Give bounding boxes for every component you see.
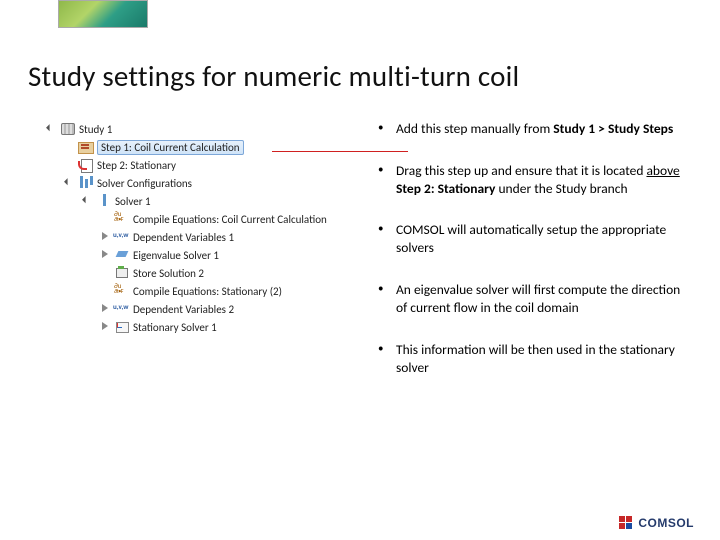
tree-node-compile-eq-coil[interactable]: Compile Equations: Coil Current Calculat…	[48, 210, 368, 228]
model-tree: Study 1 Step 1: Coil Current Calculation…	[48, 120, 368, 400]
expand-icon[interactable]	[102, 232, 112, 242]
expand-icon[interactable]	[102, 322, 112, 332]
stationary-solver-icon	[114, 320, 130, 334]
spacer-icon	[66, 160, 76, 170]
solver-icon	[96, 194, 112, 208]
tree-label: Eigenvalue Solver 1	[133, 249, 219, 262]
bullet-text: An eigenvalue solver will first compute …	[396, 281, 688, 317]
comsol-logo-text: COMSOL	[638, 516, 694, 530]
coil-step-icon	[78, 140, 94, 154]
dependent-vars-icon	[114, 302, 130, 316]
spacer-icon	[102, 268, 112, 278]
tree-label: Step 1: Coil Current Calculation	[97, 140, 244, 155]
bullet-item: • Drag this step up and ensure that it i…	[378, 162, 688, 198]
bullet-item: • Add this step manually from Study 1 > …	[378, 120, 688, 138]
expand-icon[interactable]	[44, 123, 58, 137]
expand-icon[interactable]	[62, 177, 76, 191]
bullet-item: • An eigenvalue solver will first comput…	[378, 281, 688, 317]
tree-node-store-solution[interactable]: Store Solution 2	[48, 264, 368, 282]
bullet-item: • COMSOL will automatically setup the ap…	[378, 221, 688, 257]
tree-node-dependent-vars-2[interactable]: Dependent Variables 2	[48, 300, 368, 318]
tree-label: Dependent Variables 1	[133, 231, 234, 244]
bullet-dot-icon: •	[378, 281, 396, 317]
tree-node-step1-coil-current[interactable]: Step 1: Coil Current Calculation	[48, 138, 368, 156]
spacer-icon	[102, 286, 112, 296]
eigenvalue-icon	[114, 248, 130, 262]
solver-config-icon	[78, 176, 94, 190]
equations-icon	[114, 284, 130, 298]
comsol-logo: COMSOL	[619, 516, 694, 530]
bullet-text: Drag this step up and ensure that it is …	[396, 162, 688, 198]
spacer-icon	[102, 214, 112, 224]
bullet-text: Add this step manually from Study 1 > St…	[396, 120, 688, 138]
tree-label: Dependent Variables 2	[133, 303, 234, 316]
tree-node-stationary-solver[interactable]: Stationary Solver 1	[48, 318, 368, 336]
bullet-dot-icon: •	[378, 120, 396, 138]
spacer-icon	[66, 142, 76, 152]
bullet-text: COMSOL will automatically setup the appr…	[396, 221, 688, 257]
equations-icon	[114, 212, 130, 226]
tree-node-eigenvalue-solver[interactable]: Eigenvalue Solver 1	[48, 246, 368, 264]
study-icon	[60, 122, 76, 136]
tree-node-compile-eq-stationary[interactable]: Compile Equations: Stationary (2)	[48, 282, 368, 300]
tree-node-solver1[interactable]: Solver 1	[48, 192, 368, 210]
tree-label: Solver 1	[115, 195, 151, 208]
bullet-dot-icon: •	[378, 221, 396, 257]
tree-label: Stationary Solver 1	[133, 321, 217, 334]
expand-icon[interactable]	[102, 250, 112, 260]
slide-title: Study settings for numeric multi-turn co…	[28, 58, 519, 94]
callout-line	[272, 151, 408, 152]
tree-label: Store Solution 2	[133, 267, 204, 280]
store-solution-icon	[114, 266, 130, 280]
tree-node-solver-configurations[interactable]: Solver Configurations	[48, 174, 368, 192]
tree-label: Step 2: Stationary	[97, 159, 176, 172]
tree-label: Compile Equations: Coil Current Calculat…	[133, 213, 327, 226]
tree-node-study1[interactable]: Study 1	[48, 120, 368, 138]
tree-node-step2-stationary[interactable]: Step 2: Stationary	[48, 156, 368, 174]
bullet-item: • This information will be then used in …	[378, 341, 688, 377]
tree-label: Compile Equations: Stationary (2)	[133, 285, 282, 298]
expand-icon[interactable]	[102, 304, 112, 314]
tree-label: Study 1	[79, 123, 112, 136]
stationary-step-icon	[78, 158, 94, 172]
bullet-dot-icon: •	[378, 341, 396, 377]
comsol-logo-icon	[619, 516, 633, 530]
description-bullets: • Add this step manually from Study 1 > …	[378, 120, 688, 400]
expand-icon[interactable]	[80, 195, 94, 209]
slide-header-graphic	[58, 0, 148, 28]
dependent-vars-icon	[114, 230, 130, 244]
tree-node-dependent-vars-1[interactable]: Dependent Variables 1	[48, 228, 368, 246]
bullet-dot-icon: •	[378, 162, 396, 198]
tree-label: Solver Configurations	[97, 177, 192, 190]
bullet-text: This information will be then used in th…	[396, 341, 688, 377]
